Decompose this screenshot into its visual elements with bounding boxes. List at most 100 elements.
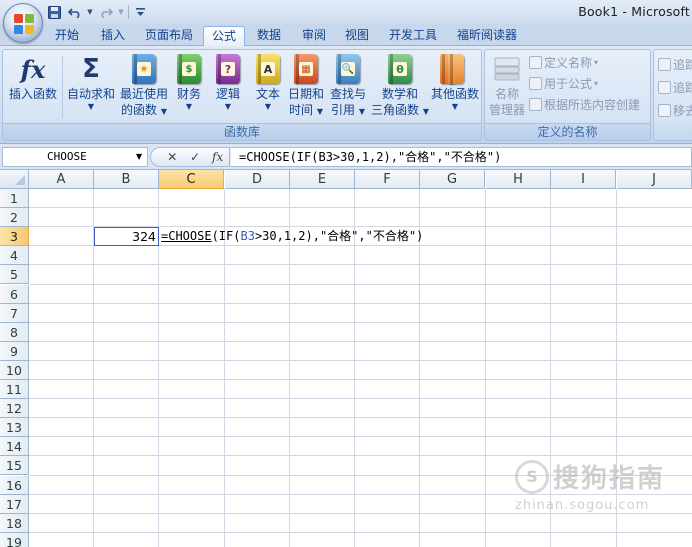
use-in-formula-button[interactable]: 用于公式 ▾ — [529, 75, 598, 92]
column-header-h[interactable]: H — [486, 170, 551, 189]
math-trig-button[interactable]: θ 数学和 三角函数 ▼ — [369, 52, 431, 120]
row-header-6[interactable]: 6 — [0, 284, 29, 304]
logical-book-icon: ? — [211, 52, 245, 86]
row-header-11[interactable]: 11 — [0, 380, 29, 400]
enter-icon[interactable]: ✓ — [187, 150, 203, 164]
create-from-selection-button[interactable]: 根据所选内容创建 — [529, 96, 640, 113]
trace-dependents-button[interactable]: 追踪 — [658, 79, 692, 96]
undo-icon[interactable] — [66, 4, 83, 21]
sogou-logo-icon: S — [515, 459, 549, 494]
dropdown-arrow-icon: ▼ — [224, 102, 232, 111]
column-header-g[interactable]: G — [420, 170, 485, 189]
row-header-8[interactable]: 8 — [0, 322, 29, 342]
column-header-j[interactable]: J — [617, 170, 692, 189]
row-header-4[interactable]: 4 — [0, 246, 29, 266]
row-header-9[interactable]: 9 — [0, 341, 29, 361]
more-functions-button[interactable]: 其他函数 ▼ — [427, 52, 483, 112]
remove-arrows-button[interactable]: 移去 — [658, 102, 692, 119]
save-icon[interactable] — [46, 4, 63, 21]
recently-used-label-line1: 最近使用 — [119, 87, 168, 101]
formula-bar: CHOOSE ▼ ✕ ✓ fx =CHOOSE(IF(B3>30,1,2),"合… — [0, 144, 692, 170]
autosum-button[interactable]: Σ 自动求和 ▼ — [64, 52, 118, 112]
tab-insert[interactable]: 插入 — [93, 26, 133, 46]
dropdown-arrow-icon[interactable]: ▼ — [86, 4, 94, 21]
row-header-12[interactable]: 12 — [0, 399, 29, 419]
watermark: S 搜狗指南 zhinan.sogou.com — [515, 458, 665, 513]
worksheet-grid[interactable]: ABCDEFGHIJ 1 2 3 4 5 6 7 8 9 10 11 12 13 14 15 16 17 18 19… — [0, 170, 692, 547]
formula-buttons: ✕ ✓ fx — [150, 147, 230, 167]
column-header-e[interactable]: E — [290, 170, 355, 189]
column-header-a[interactable]: A — [29, 170, 94, 189]
recently-used-label-line2: 的函数 ▼ — [121, 103, 167, 117]
math-book-icon: θ — [383, 52, 417, 86]
define-name-icon — [529, 56, 542, 69]
tab-data[interactable]: 数据 — [249, 26, 289, 46]
dropdown-arrow-icon[interactable]: ▼ — [117, 4, 125, 21]
redo-icon[interactable] — [97, 4, 114, 21]
office-logo-icon — [14, 14, 34, 34]
lookup-reference-button[interactable]: 🔍 查找与 引用 ▼ — [327, 52, 369, 120]
trace-precedents-button[interactable]: 追踪 — [658, 56, 692, 73]
watermark-url: zhinan.sogou.com — [515, 498, 650, 513]
row-gridline — [29, 379, 692, 380]
date-time-button[interactable]: ▦ 日期和 时间 ▼ — [287, 52, 325, 120]
row-gridline — [29, 455, 692, 457]
column-header-b[interactable]: B — [94, 170, 159, 189]
financial-label: 财务 — [176, 87, 201, 101]
row-header-14[interactable]: 14 — [0, 437, 29, 457]
cancel-icon[interactable]: ✕ — [164, 150, 180, 164]
math-trig-label-line1: 数学和 — [381, 87, 418, 101]
row-header-2[interactable]: 2 — [0, 208, 29, 228]
row-header-16[interactable]: 16 — [0, 475, 29, 495]
office-button[interactable] — [3, 3, 43, 43]
remove-arrows-icon — [658, 104, 671, 117]
row-header-7[interactable]: 7 — [0, 303, 29, 323]
text-button[interactable]: A 文本 ▼ — [249, 52, 287, 112]
lookup-reference-label-line2-text: 引用 — [331, 103, 356, 117]
column-header-c[interactable]: C — [159, 170, 224, 189]
column-header-i[interactable]: I — [551, 170, 616, 189]
recently-used-button[interactable]: ★ 最近使用 的函数 ▼ — [117, 52, 171, 120]
tab-review[interactable]: 审阅 — [294, 26, 334, 46]
name-box[interactable]: CHOOSE — [2, 147, 148, 167]
tab-page-layout[interactable]: 页面布局 — [137, 26, 201, 46]
tab-formulas[interactable]: 公式 — [203, 26, 246, 47]
select-all-button[interactable] — [0, 170, 29, 189]
column-header-f[interactable]: F — [355, 170, 420, 189]
define-name-label: 定义名称 — [544, 56, 593, 70]
cell-b3[interactable]: 324 — [94, 227, 159, 246]
financial-button[interactable]: $ 财务 ▼ — [171, 52, 207, 112]
define-name-button[interactable]: 定义名称 ▾ — [529, 54, 598, 71]
tab-developer[interactable]: 开发工具 — [381, 26, 445, 46]
formula-input[interactable]: =CHOOSE(IF(B3>30,1,2),"合格","不合格") — [231, 147, 692, 167]
cell-c3[interactable]: =CHOOSE(IF(B3>30,1,2),"合格","不合格") — [160, 227, 423, 246]
row-header-3[interactable]: 3 — [0, 227, 29, 247]
row-header-17[interactable]: 17 — [0, 494, 29, 514]
row-gridline — [29, 207, 692, 209]
datetime-book-icon: ▦ — [289, 52, 323, 86]
name-manager-button[interactable]: 名称 管理器 — [487, 52, 527, 118]
row-header-13[interactable]: 13 — [0, 418, 29, 438]
row-header-10[interactable]: 10 — [0, 360, 29, 380]
tab-foxit-reader[interactable]: 福昕阅读器 — [449, 26, 525, 46]
column-header-d[interactable]: D — [225, 170, 290, 189]
name-manager-label-line2: 管理器 — [488, 103, 525, 117]
financial-book-icon: $ — [172, 52, 206, 86]
row-header-15[interactable]: 15 — [0, 456, 29, 476]
row-gridline — [29, 436, 692, 438]
ribbon: fx 插入函数 Σ 自动求和 ▼ ★ 最近使用 的函数 ▼ $ 财务 ▼ ? 逻… — [0, 46, 692, 144]
row-header-5[interactable]: 5 — [0, 265, 29, 285]
date-time-label-line2-text: 时间 — [289, 103, 314, 117]
insert-function-icon[interactable]: fx — [210, 150, 226, 164]
row-header-1[interactable]: 1 — [0, 189, 29, 209]
tab-home[interactable]: 开始 — [47, 26, 87, 46]
row-header-18[interactable]: 18 — [0, 513, 29, 533]
logical-button[interactable]: ? 逻辑 ▼ — [209, 52, 247, 112]
name-box-dropdown-icon[interactable]: ▼ — [136, 152, 142, 161]
dropdown-arrow-icon: ▼ — [451, 102, 459, 111]
tab-view[interactable]: 视图 — [337, 26, 377, 46]
row-header-19[interactable]: 19 — [0, 532, 29, 547]
insert-function-button[interactable]: fx 插入函数 — [5, 52, 61, 102]
text-label: 文本 — [255, 87, 280, 101]
customize-icon[interactable] — [132, 4, 149, 21]
